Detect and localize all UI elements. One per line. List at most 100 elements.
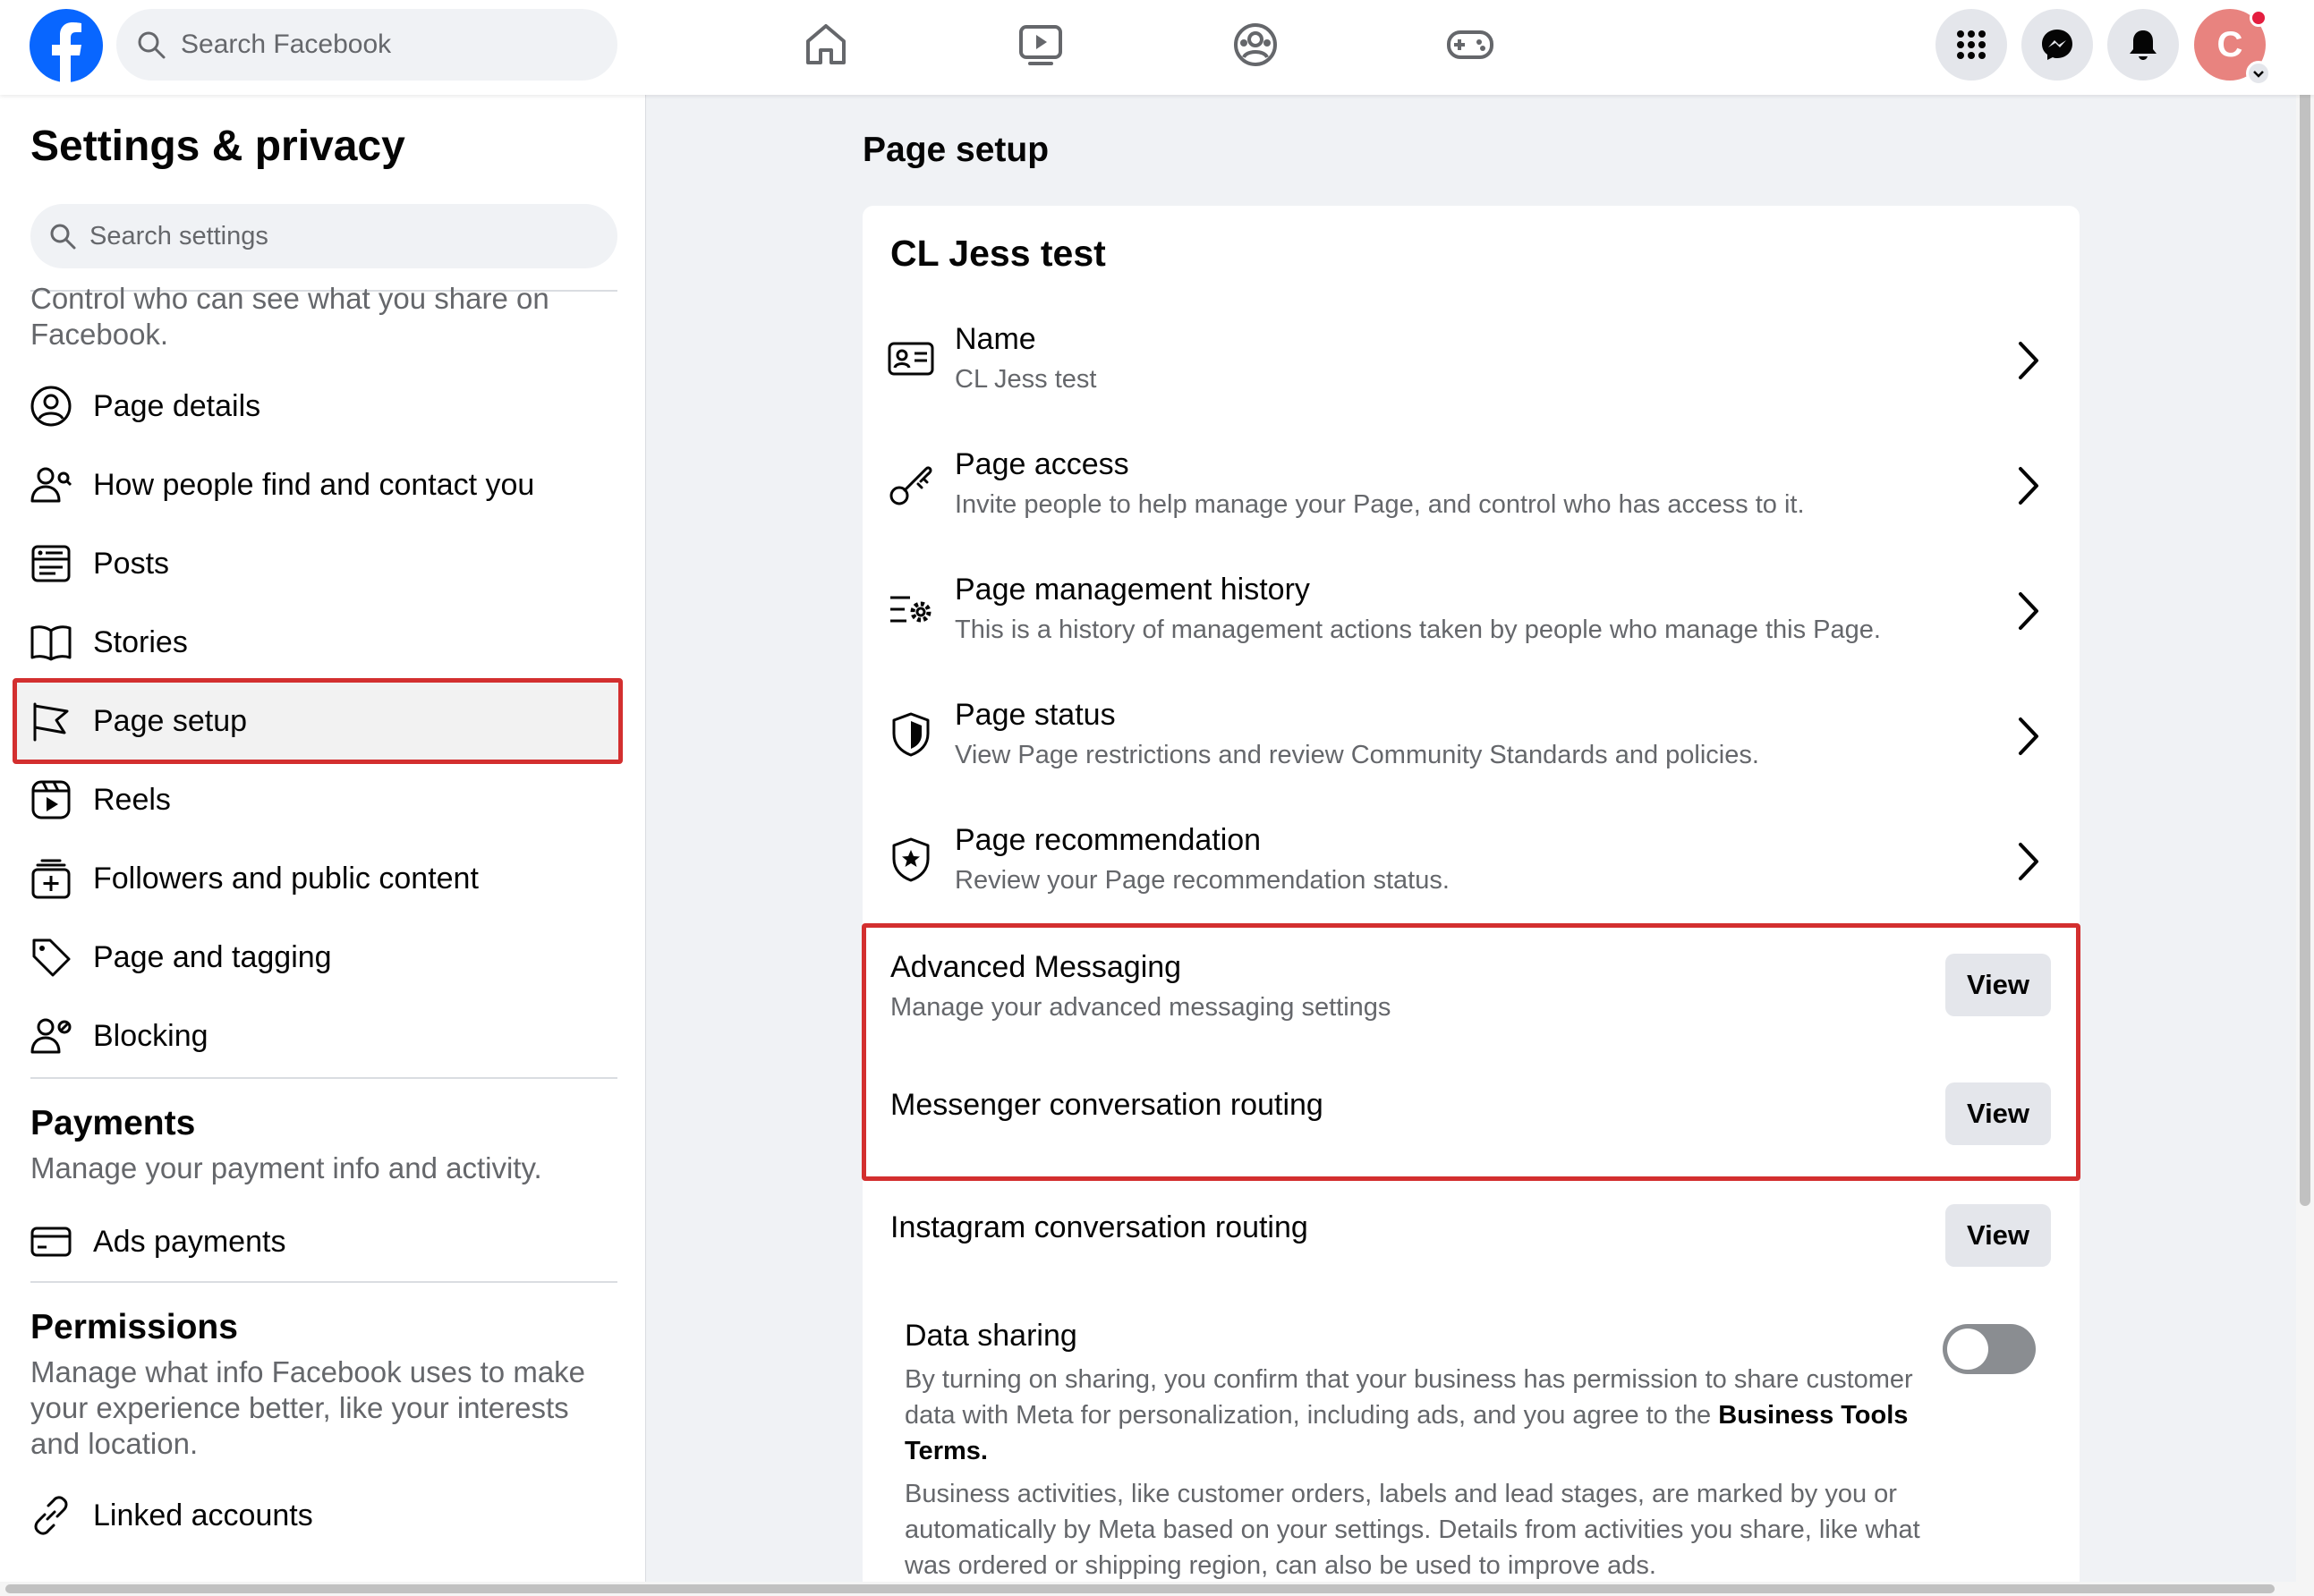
facebook-search-input[interactable]: Search Facebook [116,9,617,81]
menu-grid-icon [1957,30,1986,59]
horizontal-scrollbar[interactable] [5,1584,2275,1593]
data-sharing-title: Data sharing [905,1319,1077,1353]
search-icon [50,224,76,250]
setting-title: Page status [955,698,1116,732]
tag-icon [32,938,71,977]
search-icon [138,31,166,59]
setting-row-name[interactable]: Name CL Jess test [863,302,2080,428]
sidebar-item-label: Blocking [93,1018,208,1053]
sidebar-item-page-details[interactable]: Page details [13,367,621,446]
sidebar-item-label: Reels [93,782,171,817]
permissions-heading: Permissions [30,1308,238,1346]
page-title: Page setup [863,131,1050,169]
search-placeholder: Search Facebook [181,30,392,59]
messenger-icon [2042,30,2072,60]
sidebar-item-label: Page and tagging [93,939,332,974]
audience-description: Control who can see what you share on Fa… [30,282,549,351]
setting-title: Page management history [955,573,1310,607]
sidebar-item-find-contact[interactable]: How people find and contact you [13,446,621,524]
data-sharing-details: Business activities, like customer order… [905,1480,1920,1580]
top-navigation-bar: Search Facebook C [0,0,2314,95]
block-user-icon [30,1018,72,1054]
sidebar-item-blocking[interactable]: Blocking [13,997,621,1075]
avatar-letter: C [2216,24,2243,64]
vertical-scrollbar[interactable] [2300,7,2310,1206]
messenger-button[interactable] [2021,9,2093,81]
setting-title: Page access [955,447,1129,481]
shield-star-icon [892,837,930,882]
chevron-right-icon [2019,467,2038,505]
key-icon [889,466,932,505]
setting-title: Instagram conversation routing [890,1210,1308,1244]
reels-icon [31,780,71,819]
book-icon [30,625,72,661]
permissions-description: Manage what info Facebook uses to make y… [30,1355,586,1460]
sidebar-item-ads-payments[interactable]: Ads payments [13,1202,621,1281]
home-icon[interactable] [799,18,853,72]
sidebar-item-reels[interactable]: Reels [13,760,621,839]
divider [30,1281,617,1283]
chevron-right-icon [2019,592,2038,630]
sidebar-item-label: Followers and public content [93,861,479,896]
setting-subtitle: Review your Page recommendation status. [955,866,1450,895]
sidebar-item-label: How people find and contact you [93,467,535,502]
chevron-right-icon [2019,843,2038,880]
sidebar-item-label: Stories [93,624,188,659]
setting-row-instagram-routing: Instagram conversation routing View [863,1204,2080,1300]
setting-subtitle: This is a history of management actions … [955,615,1881,644]
instagram-routing-view-button[interactable]: View [1945,1204,2051,1267]
sidebar-item-page-tagging[interactable]: Page and tagging [13,918,621,997]
setting-subtitle: CL Jess test [955,365,1097,394]
sidebar-item-stories[interactable]: Stories [13,603,621,682]
setting-row-management-history[interactable]: Page management history This is a histor… [863,553,2080,678]
payments-description: Manage your payment info and activity. [30,1151,542,1184]
link-icon [34,1496,68,1535]
page-name-heading: CL Jess test [890,233,1106,274]
account-chevron[interactable] [2246,61,2271,86]
card-icon [30,1227,72,1257]
user-circle-icon [30,386,72,427]
settings-search-input[interactable]: Search settings [30,204,617,268]
setting-subtitle: Invite people to help manage your Page, … [955,490,1805,519]
setting-title: Page recommendation [955,823,1262,857]
data-sharing-toggle[interactable] [1943,1324,2036,1374]
settings-sidebar: Settings & privacy Search settings Contr… [0,95,646,1583]
facebook-logo-icon[interactable] [30,9,103,82]
sidebar-item-posts[interactable]: Posts [13,524,621,603]
account-avatar[interactable]: C [2194,9,2271,86]
groups-icon[interactable] [1229,18,1282,72]
page-setup-highlight [13,678,623,764]
followers-icon [31,859,71,899]
menu-button[interactable] [1935,9,2007,81]
chevron-right-icon [2019,342,2038,379]
shield-icon [892,712,930,757]
id-card-icon [888,342,934,376]
sidebar-item-linked-accounts[interactable]: Linked accounts [13,1476,621,1555]
setting-row-page-status[interactable]: Page status View Page restrictions and r… [863,678,2080,803]
sidebar-item-label: Ads payments [93,1224,286,1259]
chevron-right-icon [2019,717,2038,755]
setting-row-page-access[interactable]: Page access Invite people to help manage… [863,428,2080,553]
people-search-icon [30,467,72,503]
notifications-icon [2130,30,2157,60]
video-icon[interactable] [1014,18,1068,72]
messaging-highlight [862,923,2080,1181]
data-sharing-description: By turning on sharing, you confirm that … [905,1362,1925,1469]
sidebar-item-label: Linked accounts [93,1498,313,1532]
notifications-button[interactable] [2107,9,2179,81]
setting-subtitle: View Page restrictions and review Commun… [955,741,1759,769]
posts-icon [31,545,71,582]
payments-heading: Payments [30,1104,196,1142]
chevron-down-icon [2253,71,2264,78]
sidebar-item-label: Page details [93,388,261,423]
gaming-icon[interactable] [1443,18,1497,72]
sidebar-item-label: Posts [93,546,170,581]
history-gear-icon [890,596,932,623]
setting-row-page-recommendation[interactable]: Page recommendation Review your Page rec… [863,803,2080,929]
notification-dot [2250,9,2267,27]
page-setup-card: CL Jess test Name CL Jess test Page acce… [863,206,2080,1596]
divider [30,1077,617,1079]
settings-search-placeholder: Search settings [89,221,268,250]
setting-title: Name [955,322,1036,356]
sidebar-item-followers[interactable]: Followers and public content [13,839,621,918]
